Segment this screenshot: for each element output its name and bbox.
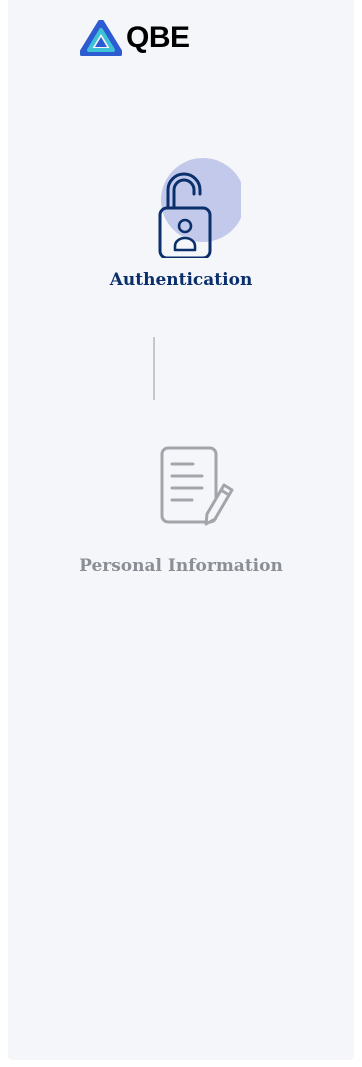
step-label-personal-information: Personal Information — [79, 556, 283, 576]
qbe-logo[interactable]: QBE — [80, 20, 190, 56]
step-authentication[interactable]: Authentication — [8, 158, 354, 290]
step-label-authentication: Authentication — [109, 270, 253, 290]
step-connector — [153, 337, 155, 400]
document-edit-icon — [160, 446, 234, 526]
progress-sidebar: QBE Authentication Personal Information — [8, 0, 354, 1060]
unlocked-padlock-user-icon — [158, 158, 245, 260]
qbe-logo-icon — [80, 20, 122, 56]
step-personal-information[interactable]: Personal Information — [8, 440, 354, 576]
brand-name: QBE — [126, 21, 190, 54]
